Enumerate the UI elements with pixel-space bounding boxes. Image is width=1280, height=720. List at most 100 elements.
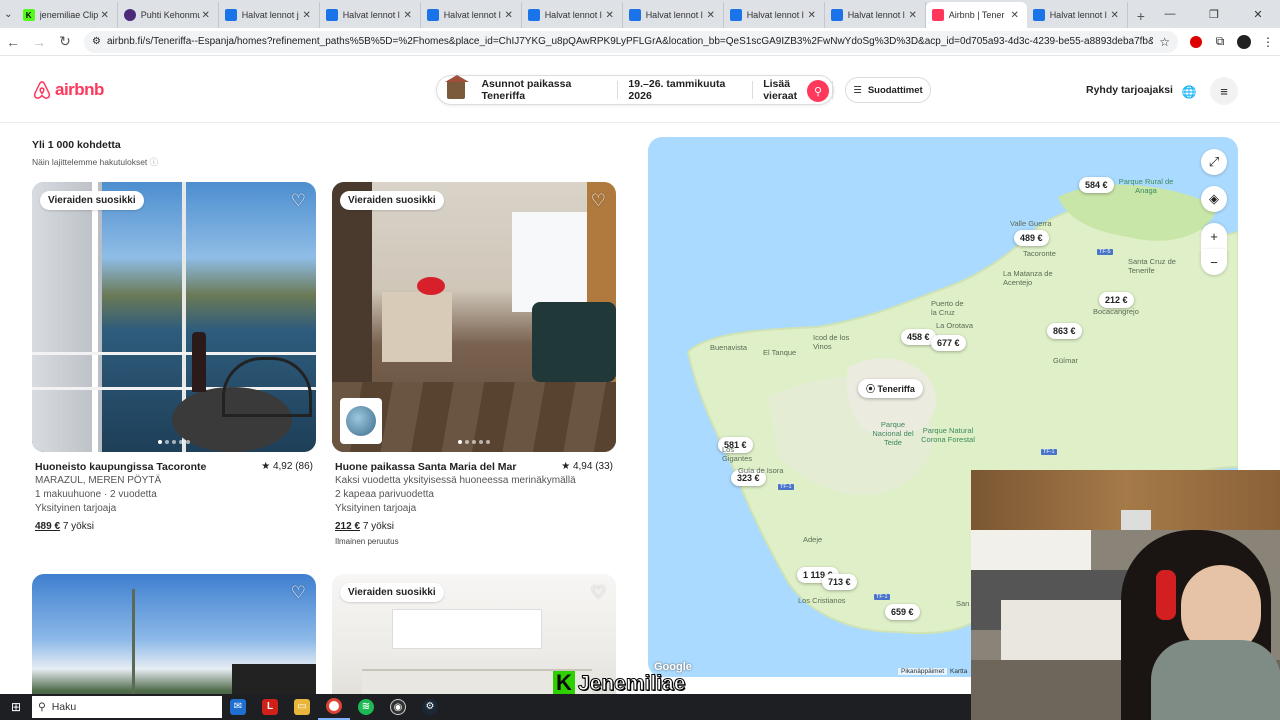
map-price-pin[interactable]: 659 €: [885, 604, 920, 620]
map-price-pin[interactable]: 863 €: [1047, 323, 1082, 339]
taskbar-app-explorer[interactable]: ▭: [286, 694, 318, 720]
browser-tab[interactable]: Halvat lennot l ✕: [522, 2, 623, 28]
tab-close-icon[interactable]: ✕: [806, 10, 818, 21]
tab-search-button[interactable]: ⌄: [0, 0, 17, 28]
extensions-icon[interactable]: ⧉: [1208, 30, 1232, 54]
tab-close-icon[interactable]: ✕: [705, 10, 717, 21]
photo-pagination[interactable]: [158, 440, 190, 444]
browser-tab[interactable]: Halvat lennot l ✕: [1027, 2, 1128, 28]
browser-tab[interactable]: Halvat lennot l ✕: [724, 2, 825, 28]
wishlist-heart-icon[interactable]: ♡: [591, 191, 606, 211]
restore-icon[interactable]: ❐: [1192, 0, 1236, 28]
map-price-pin[interactable]: 489 €: [1014, 230, 1049, 246]
tab-favicon-icon: [931, 9, 944, 21]
browser-tab[interactable]: Halvat lennot l ✕: [320, 2, 421, 28]
browser-tab[interactable]: Kjenemiliae Clip ✕: [17, 2, 118, 28]
star-icon: ★: [561, 461, 571, 472]
map-place-label: La Matanza de Acentejo: [1003, 269, 1053, 287]
location-pin-icon: ⦿: [866, 384, 876, 394]
reload-button[interactable]: ↻: [52, 29, 78, 55]
browser-menu-icon[interactable]: ⋮: [1256, 30, 1280, 54]
tab-close-icon[interactable]: ✕: [402, 10, 414, 21]
become-host-link[interactable]: Ryhdy tarjoajaksi: [1086, 84, 1173, 96]
map-price-pin[interactable]: 212 €: [1099, 292, 1134, 308]
search-button[interactable]: ⚲: [807, 80, 829, 102]
zoom-out-button[interactable]: −: [1201, 249, 1227, 275]
taskbar-app-chrome[interactable]: [318, 694, 350, 720]
tab-favicon-icon: K: [22, 9, 35, 21]
forward-button[interactable]: →: [26, 29, 52, 55]
taskbar-search[interactable]: ⚲ Haku: [32, 696, 222, 718]
map-layers-button[interactable]: ◈: [1201, 186, 1227, 212]
browser-tab[interactable]: Halvat lennot l ✕: [421, 2, 522, 28]
star-icon: ★: [261, 461, 271, 472]
logo-text: airbnb: [55, 80, 104, 99]
wishlist-heart-icon[interactable]: ♡: [291, 191, 306, 211]
minimize-icon[interactable]: —: [1148, 0, 1192, 28]
profile-icon[interactable]: [1232, 30, 1256, 54]
tab-favicon-icon: [224, 9, 237, 21]
user-menu-button[interactable]: ≡: [1210, 77, 1238, 105]
tab-close-icon[interactable]: ✕: [503, 10, 515, 21]
taskbar-app-steam[interactable]: ⚙: [414, 694, 446, 720]
listing-subtitle: Kaksi vuodetta yksityisessä huoneessa me…: [335, 475, 576, 486]
browser-tab[interactable]: Airbnb | Tener ✕: [925, 2, 1027, 28]
browser-tab[interactable]: Puhti Kehonmu ✕: [118, 2, 219, 28]
search-dates[interactable]: 19.–26. tammikuuta 2026: [618, 78, 754, 102]
listing-photo[interactable]: Vieraiden suosikki ♡: [32, 182, 316, 452]
hamburger-icon: ≡: [1220, 83, 1228, 99]
new-tab-button[interactable]: +: [1134, 4, 1148, 28]
site-info-icon[interactable]: ⚙: [92, 36, 101, 47]
taskbar-app-mail[interactable]: ✉: [222, 694, 254, 720]
browser-tab[interactable]: Halvat lennot l ✕: [623, 2, 724, 28]
guest-favorite-badge: Vieraiden suosikki: [340, 191, 444, 210]
back-button[interactable]: ←: [0, 29, 26, 55]
map-park-label: Parque Natural Corona Forestal: [921, 426, 975, 444]
map-price-pin[interactable]: 677 €: [931, 335, 966, 351]
filters-button[interactable]: ☰ Suodattimet: [845, 77, 931, 103]
listing-price[interactable]: 489 €: [35, 521, 60, 532]
zoom-in-button[interactable]: +: [1201, 223, 1227, 249]
search-bar[interactable]: Asunnot paikassa Teneriffa 19.–26. tammi…: [436, 75, 834, 105]
taskbar-app-spotify[interactable]: ≋: [350, 694, 382, 720]
bookmark-star-icon[interactable]: ☆: [1159, 35, 1170, 49]
tab-close-icon[interactable]: ✕: [907, 10, 919, 21]
listing-card[interactable]: Vieraiden suosikki ♡ Huone paikassa Sant…: [332, 182, 616, 549]
wishlist-heart-icon[interactable]: ♡: [291, 583, 306, 603]
map-price-pin[interactable]: 713 €: [822, 574, 857, 590]
tab-close-icon[interactable]: ✕: [301, 10, 313, 21]
photo-pagination[interactable]: [458, 440, 490, 444]
address-bar[interactable]: ⚙ airbnb.fi/s/Teneriffa--Espanja/homes?r…: [84, 30, 1178, 53]
sort-info-link[interactable]: Näin lajittelemme hakutulokset ⓘ: [32, 156, 158, 168]
listing-price-suffix: 7 yöksi: [362, 521, 394, 532]
browser-tab[interactable]: Halvat lennot l ✕: [825, 2, 926, 28]
listing-card[interactable]: Vieraiden suosikki ♡ Huoneisto kaupungis…: [32, 182, 316, 534]
tab-close-icon[interactable]: ✕: [200, 10, 212, 21]
map-place-label: Los Gigantes: [722, 445, 753, 463]
taskbar-app-l[interactable]: L: [254, 694, 286, 720]
listing-host-type: Yksityinen tarjoaja: [35, 503, 117, 514]
tab-close-icon[interactable]: ✕: [1009, 10, 1021, 21]
tab-close-icon[interactable]: ✕: [1109, 10, 1121, 21]
adblock-extension-icon[interactable]: [1184, 30, 1208, 54]
tab-close-icon[interactable]: ✕: [604, 10, 616, 21]
close-window-icon[interactable]: ✕: [1236, 0, 1280, 28]
taskbar-search-placeholder: Haku: [51, 701, 77, 713]
search-location[interactable]: Asunnot paikassa Teneriffa: [471, 78, 619, 102]
browser-tab[interactable]: Halvat lennot j ✕: [219, 2, 320, 28]
map-data-link[interactable]: Kartta: [950, 668, 967, 675]
listing-price[interactable]: 212 €: [335, 521, 360, 532]
tab-title: Airbnb | Tener: [948, 10, 1005, 20]
listing-photo[interactable]: Vieraiden suosikki ♡: [332, 182, 616, 452]
map-price-pin[interactable]: 584 €: [1079, 177, 1114, 193]
airbnb-logo[interactable]: airbnb: [32, 80, 104, 100]
free-cancellation-note: Ilmainen peruutus: [335, 537, 399, 546]
wishlist-heart-icon[interactable]: ♡: [591, 583, 606, 603]
language-button[interactable]: 🌐: [1176, 79, 1202, 105]
windows-start-icon[interactable]: ⊞: [0, 694, 32, 720]
tab-close-icon[interactable]: ✕: [99, 10, 111, 21]
keyboard-shortcuts-link[interactable]: Pikanäppäimet: [898, 668, 947, 675]
map-fullscreen-button[interactable]: ⤢: [1201, 149, 1227, 175]
listing-rating: ★ 4,92 (86): [261, 461, 313, 472]
taskbar-app-obs[interactable]: ◉: [382, 694, 414, 720]
